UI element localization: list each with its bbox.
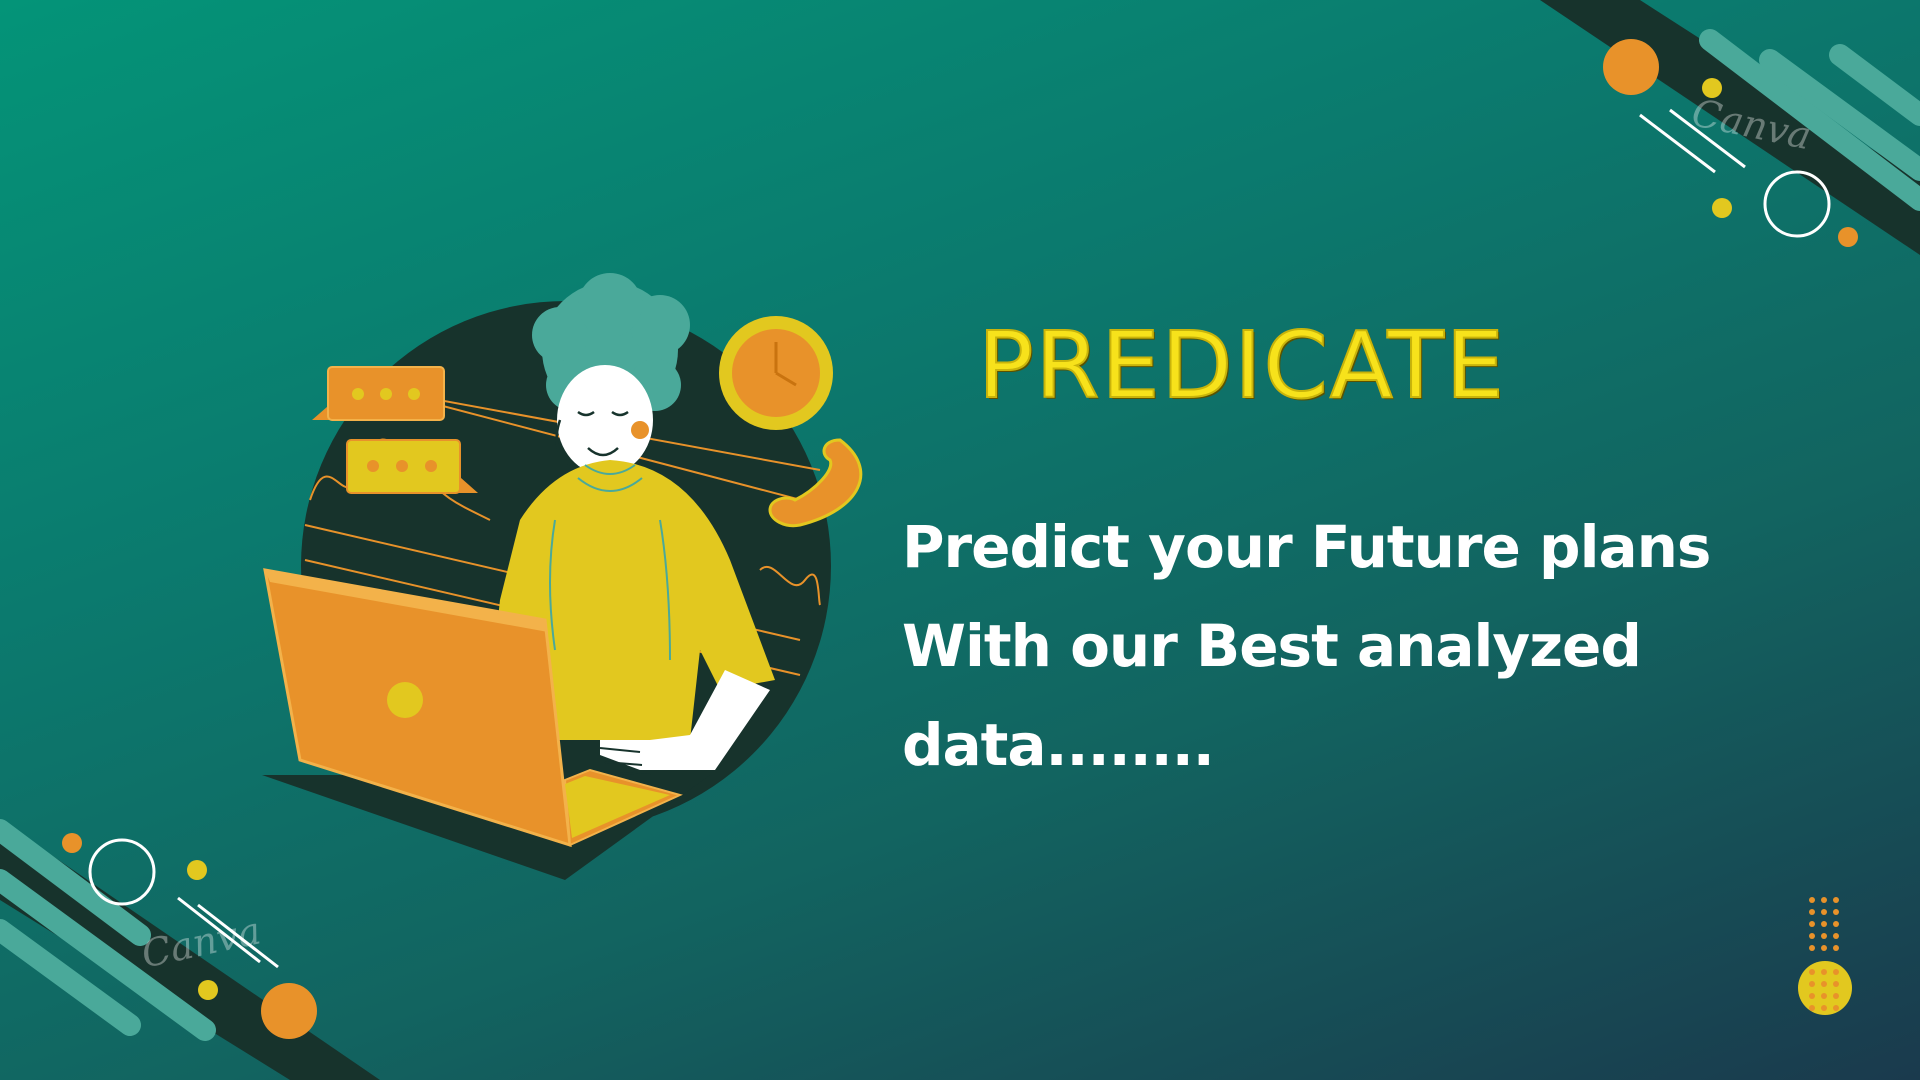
bottom-left-corner-decoration: Canva — [0, 819, 380, 1080]
dot-grid — [1809, 897, 1839, 951]
ring-circle — [88, 838, 156, 906]
yellow-dot — [198, 980, 218, 1000]
tagline: Predict your Future plans With our Best … — [902, 498, 1711, 795]
tagline-line: Predict your Future plans — [902, 513, 1711, 581]
chat-bubble-icon — [346, 439, 478, 494]
brand-title: PREDICATE — [977, 312, 1506, 419]
orange-dot — [1603, 39, 1659, 95]
laptop-logo — [387, 682, 423, 718]
yellow-dot — [1712, 198, 1732, 218]
orange-dot — [1838, 227, 1858, 247]
chat-bubble-icon — [312, 366, 445, 421]
tagline-line: With our Best analyzed — [902, 612, 1642, 680]
tagline-line: data........ — [902, 711, 1215, 779]
orange-dot — [62, 833, 82, 853]
bottom-right-dot-decoration — [1798, 897, 1852, 1015]
presentation-slide: Canva Canva PREDICATE Predict your Futur… — [0, 0, 1920, 1080]
top-right-corner-decoration: Canva — [1540, 0, 1920, 255]
yellow-dot — [187, 860, 207, 880]
person-face — [557, 365, 653, 475]
ring-circle — [1763, 170, 1831, 238]
teal-stripe — [1829, 44, 1920, 126]
clock-icon — [719, 316, 833, 430]
orange-dot — [261, 983, 317, 1039]
hero-illustration — [262, 273, 863, 880]
